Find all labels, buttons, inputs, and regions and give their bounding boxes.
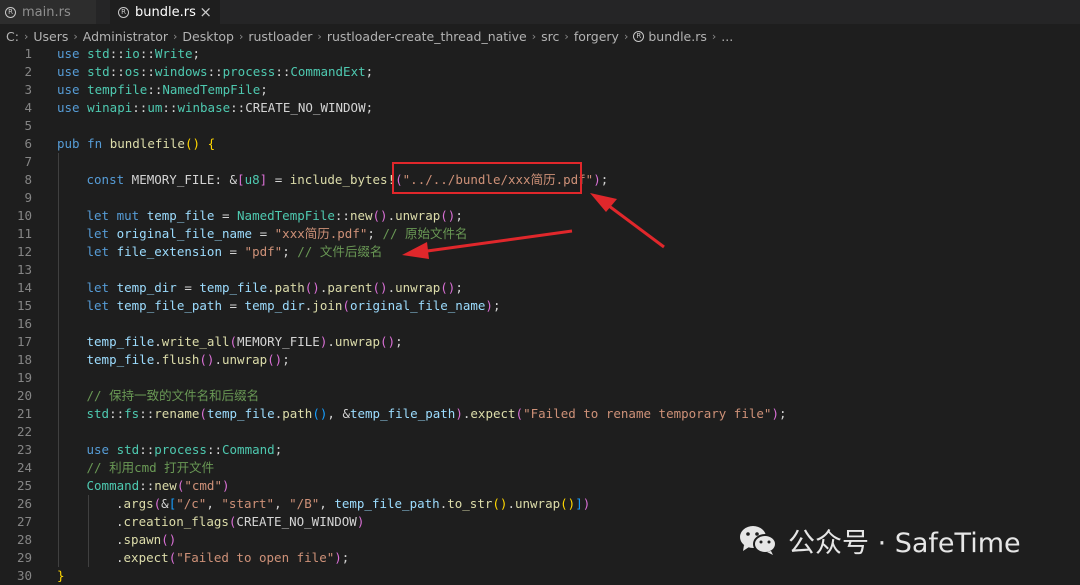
annotation-arrows — [402, 193, 665, 259]
watermark-text: 公众号 · SafeTime — [788, 527, 1021, 559]
watermark: 公众号 · SafeTime — [738, 522, 1021, 559]
annotation-arrow-to-filename — [402, 229, 573, 259]
annotation-arrow-to-include-path — [590, 193, 665, 249]
wechat-icon — [740, 526, 777, 555]
